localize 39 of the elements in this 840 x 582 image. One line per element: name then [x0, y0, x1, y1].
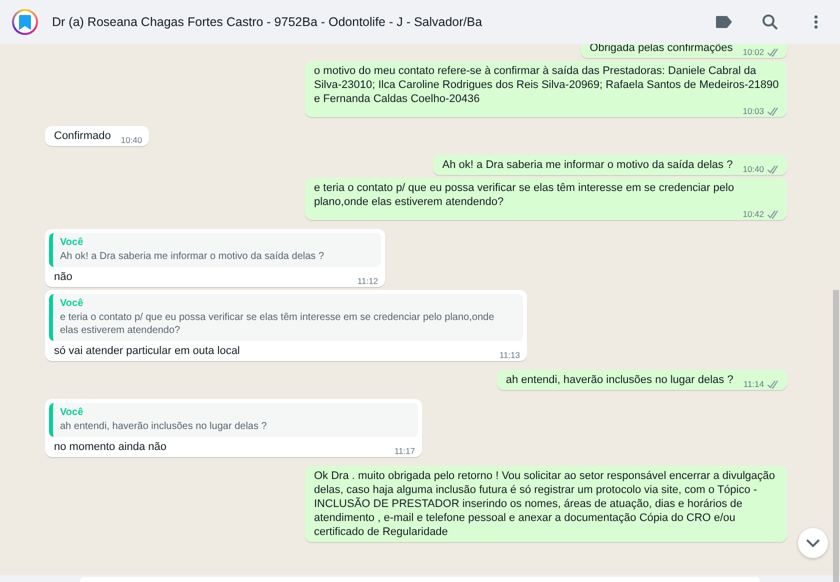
scrollbar-thumb[interactable]	[833, 290, 839, 582]
quote-text: ah entendi, haverão inclusões no lugar delas ?	[60, 420, 268, 433]
message-text: no momento ainda não	[54, 440, 167, 454]
message-time: 10:03	[742, 106, 764, 116]
message-time: 11:17	[394, 446, 415, 456]
double-check-icon	[767, 380, 780, 388]
message-time: 11:13	[499, 350, 520, 360]
message-time: 11:14	[743, 379, 764, 389]
bookmark-icon	[19, 14, 31, 30]
quote-text: e teria o contato p/ que eu possa verificar se elas têm interesse em se credenciar pelo plano,onde elas estiverem atendendo?	[60, 311, 496, 337]
quote-text: Ah ok! a Dra saberia me informar o motivo da saída delas ?	[60, 250, 326, 263]
quoted-message[interactable]: Você Ah ok! a Dra saberia me informar o motivo da saída delas ?	[49, 233, 382, 267]
message-text: Obrigada pelas confirmações	[590, 41, 733, 55]
quoted-message[interactable]: Você e teria o contato p/ que eu possa verificar se elas têm interesse em se credenciar pelo plano,onde elas estiverem atendendo?	[49, 294, 523, 341]
message-text: o motivo do meu contato refere-se à confirmar à saída das Prestadoras: Daniele Cabral da Silva-23010; Ilca Caroline Rodrigues dos Reis Silva-20969; Rafaela Santos de Medeiros-21890 e Fernanda Caldas Coelho-20436	[314, 64, 780, 106]
message-text: ah entendi, haverão inclusões no lugar delas ?	[506, 373, 734, 387]
message-text: e teria o contato p/ que eu possa verificar se elas têm interesse em se credenciar pelo plano,onde elas estiverem atendendo?	[314, 181, 736, 209]
message-text: não	[54, 270, 72, 284]
message-time: 10:40	[742, 164, 764, 174]
message-text: só vai atender particular em outa local	[54, 344, 240, 358]
double-check-icon	[767, 106, 780, 116]
quote-author: Você	[60, 237, 84, 248]
scroll-down-button[interactable]	[798, 528, 828, 558]
double-check-icon	[767, 210, 780, 218]
message-time: 10:42	[742, 209, 764, 219]
message-time: 10:40	[120, 135, 142, 145]
chat-title: Dr (a) Roseana Chagas Fortes Castro - 9752Ba - Odontolife - J - Salvador/Ba	[52, 15, 484, 29]
quote-author: Você	[60, 407, 84, 418]
chevron-down-icon	[806, 538, 820, 548]
message-time: 10:02	[742, 47, 764, 57]
double-check-icon	[767, 164, 780, 174]
quoted-message[interactable]: Você ah entendi, haverão inclusões no lugar delas ?	[49, 403, 418, 437]
avatar[interactable]	[12, 9, 38, 35]
message-text: Ah ok! a Dra saberia me informar o motivo da saída delas ?	[442, 158, 733, 172]
quote-author: Você	[60, 298, 84, 309]
double-check-icon	[767, 48, 780, 56]
message-time: 11:12	[357, 276, 378, 286]
message-text: Ok Dra . muito obrigada pelo retorno ! Vou solicitar ao setor responsável encerrar a divulgação delas, caso haja alguma inclusão futura é só registrar um protocolo via site, com o Tópico - INCLUSÃO DE PRESTADOR inserindo os nomes, áreas de atuação, dias e horários de atendimento , e-mail e telefone pessoal e anexar a documentação Cópia do CRO e/ou certificado de Regularidade	[314, 469, 776, 539]
message-text: Confirmado	[54, 129, 111, 143]
